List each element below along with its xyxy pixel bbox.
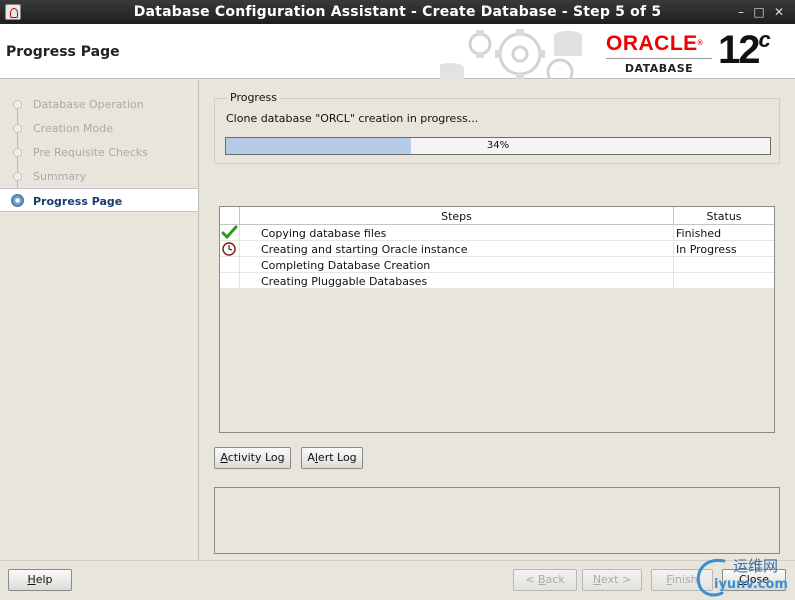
version-logo: 12c: [718, 26, 771, 73]
progress-group: Progress Clone database "ORCL" creation …: [214, 91, 780, 164]
step-status: [674, 257, 774, 273]
step-name: Completing Database Creation: [240, 257, 674, 273]
close-window-button[interactable]: ✕: [772, 4, 786, 20]
step-status: [674, 273, 774, 289]
table-header: Steps Status: [220, 207, 774, 225]
table-row[interactable]: Copying database files Finished: [220, 225, 774, 241]
nav-item-label: Progress Page: [33, 195, 123, 208]
activity-log-button[interactable]: Activity Log: [214, 447, 291, 469]
nav-item-label: Summary: [33, 170, 87, 183]
step-status: Finished: [676, 227, 722, 240]
page-header: Progress Page ORACLE® DATABASE 12c: [0, 24, 795, 79]
step-navigator: Database Operation Creation Mode Pre Req…: [0, 80, 199, 560]
watermark-url: iyunv.com: [714, 577, 788, 592]
page-title: Progress Page: [6, 44, 120, 60]
table-row[interactable]: Creating Pluggable Databases: [220, 273, 774, 289]
step-dot-icon: [13, 124, 22, 133]
clock-icon: [222, 242, 236, 256]
table-row[interactable]: Creating and starting Oracle instance In…: [220, 241, 774, 257]
check-icon: [221, 225, 238, 240]
table-row[interactable]: Completing Database Creation: [220, 257, 774, 273]
log-output-area[interactable]: [214, 487, 780, 554]
next-button[interactable]: Next >: [582, 569, 642, 591]
oracle-database-logo: ORACLE® DATABASE: [606, 33, 712, 75]
window-title: Database Configuration Assistant - Creat…: [133, 4, 662, 20]
row-icon-cell: [220, 241, 240, 257]
icon-column-header: [220, 207, 240, 224]
back-button[interactable]: < Back: [513, 569, 577, 591]
nav-item-label: Pre Requisite Checks: [33, 146, 148, 159]
status-column-header[interactable]: Status: [674, 207, 774, 224]
current-step-icon: [11, 194, 24, 207]
nav-item-creation-mode[interactable]: Creation Mode: [0, 117, 198, 139]
oracle-brand: ORACLE: [606, 32, 698, 55]
watermark-cn-text: 运维网: [733, 557, 779, 575]
progress-percent: 34%: [486, 140, 510, 151]
nav-item-summary[interactable]: Summary: [0, 165, 198, 187]
nav-item-progress-page[interactable]: Progress Page: [0, 188, 198, 212]
step-status: In Progress: [676, 243, 737, 256]
nav-item-label: Creation Mode: [33, 122, 114, 135]
step-dot-icon: [13, 148, 22, 157]
step-name: Copying database files: [240, 225, 674, 241]
nav-item-database-operation[interactable]: Database Operation: [0, 93, 198, 115]
row-icon-cell: [220, 273, 240, 289]
registered-mark: ®: [697, 40, 704, 47]
database-word: DATABASE: [606, 58, 712, 75]
steps-column-header[interactable]: Steps: [240, 207, 674, 224]
step-name: Creating and starting Oracle instance: [240, 241, 674, 257]
maximize-button[interactable]: □: [752, 4, 766, 20]
row-icon-cell: [220, 225, 240, 241]
footer-divider: [0, 560, 795, 561]
progress-message: Clone database "ORCL" creation in progre…: [226, 112, 479, 125]
step-dot-icon: [13, 100, 22, 109]
nav-item-label: Database Operation: [33, 98, 144, 111]
step-name: Creating Pluggable Databases: [240, 273, 674, 289]
progress-bar: 34%: [225, 137, 771, 155]
row-icon-cell: [220, 257, 240, 273]
alert-log-button[interactable]: Alert Log: [301, 447, 363, 469]
window-titlebar: Database Configuration Assistant - Creat…: [0, 0, 795, 24]
version-number: 12: [718, 28, 760, 72]
step-dot-icon: [13, 172, 22, 181]
steps-table: Steps Status Copying database files Fini…: [219, 206, 775, 433]
gears-graphic-icon: [440, 29, 582, 79]
help-button[interactable]: Help: [8, 569, 72, 591]
progress-legend: Progress: [227, 91, 280, 104]
nav-item-prerequisite-checks[interactable]: Pre Requisite Checks: [0, 141, 198, 163]
watermark-swirl-icon: [696, 558, 726, 597]
minimize-button[interactable]: –: [734, 4, 748, 20]
site-watermark: 运维网 iyunv.com: [690, 551, 795, 600]
version-suffix: c: [758, 26, 771, 52]
